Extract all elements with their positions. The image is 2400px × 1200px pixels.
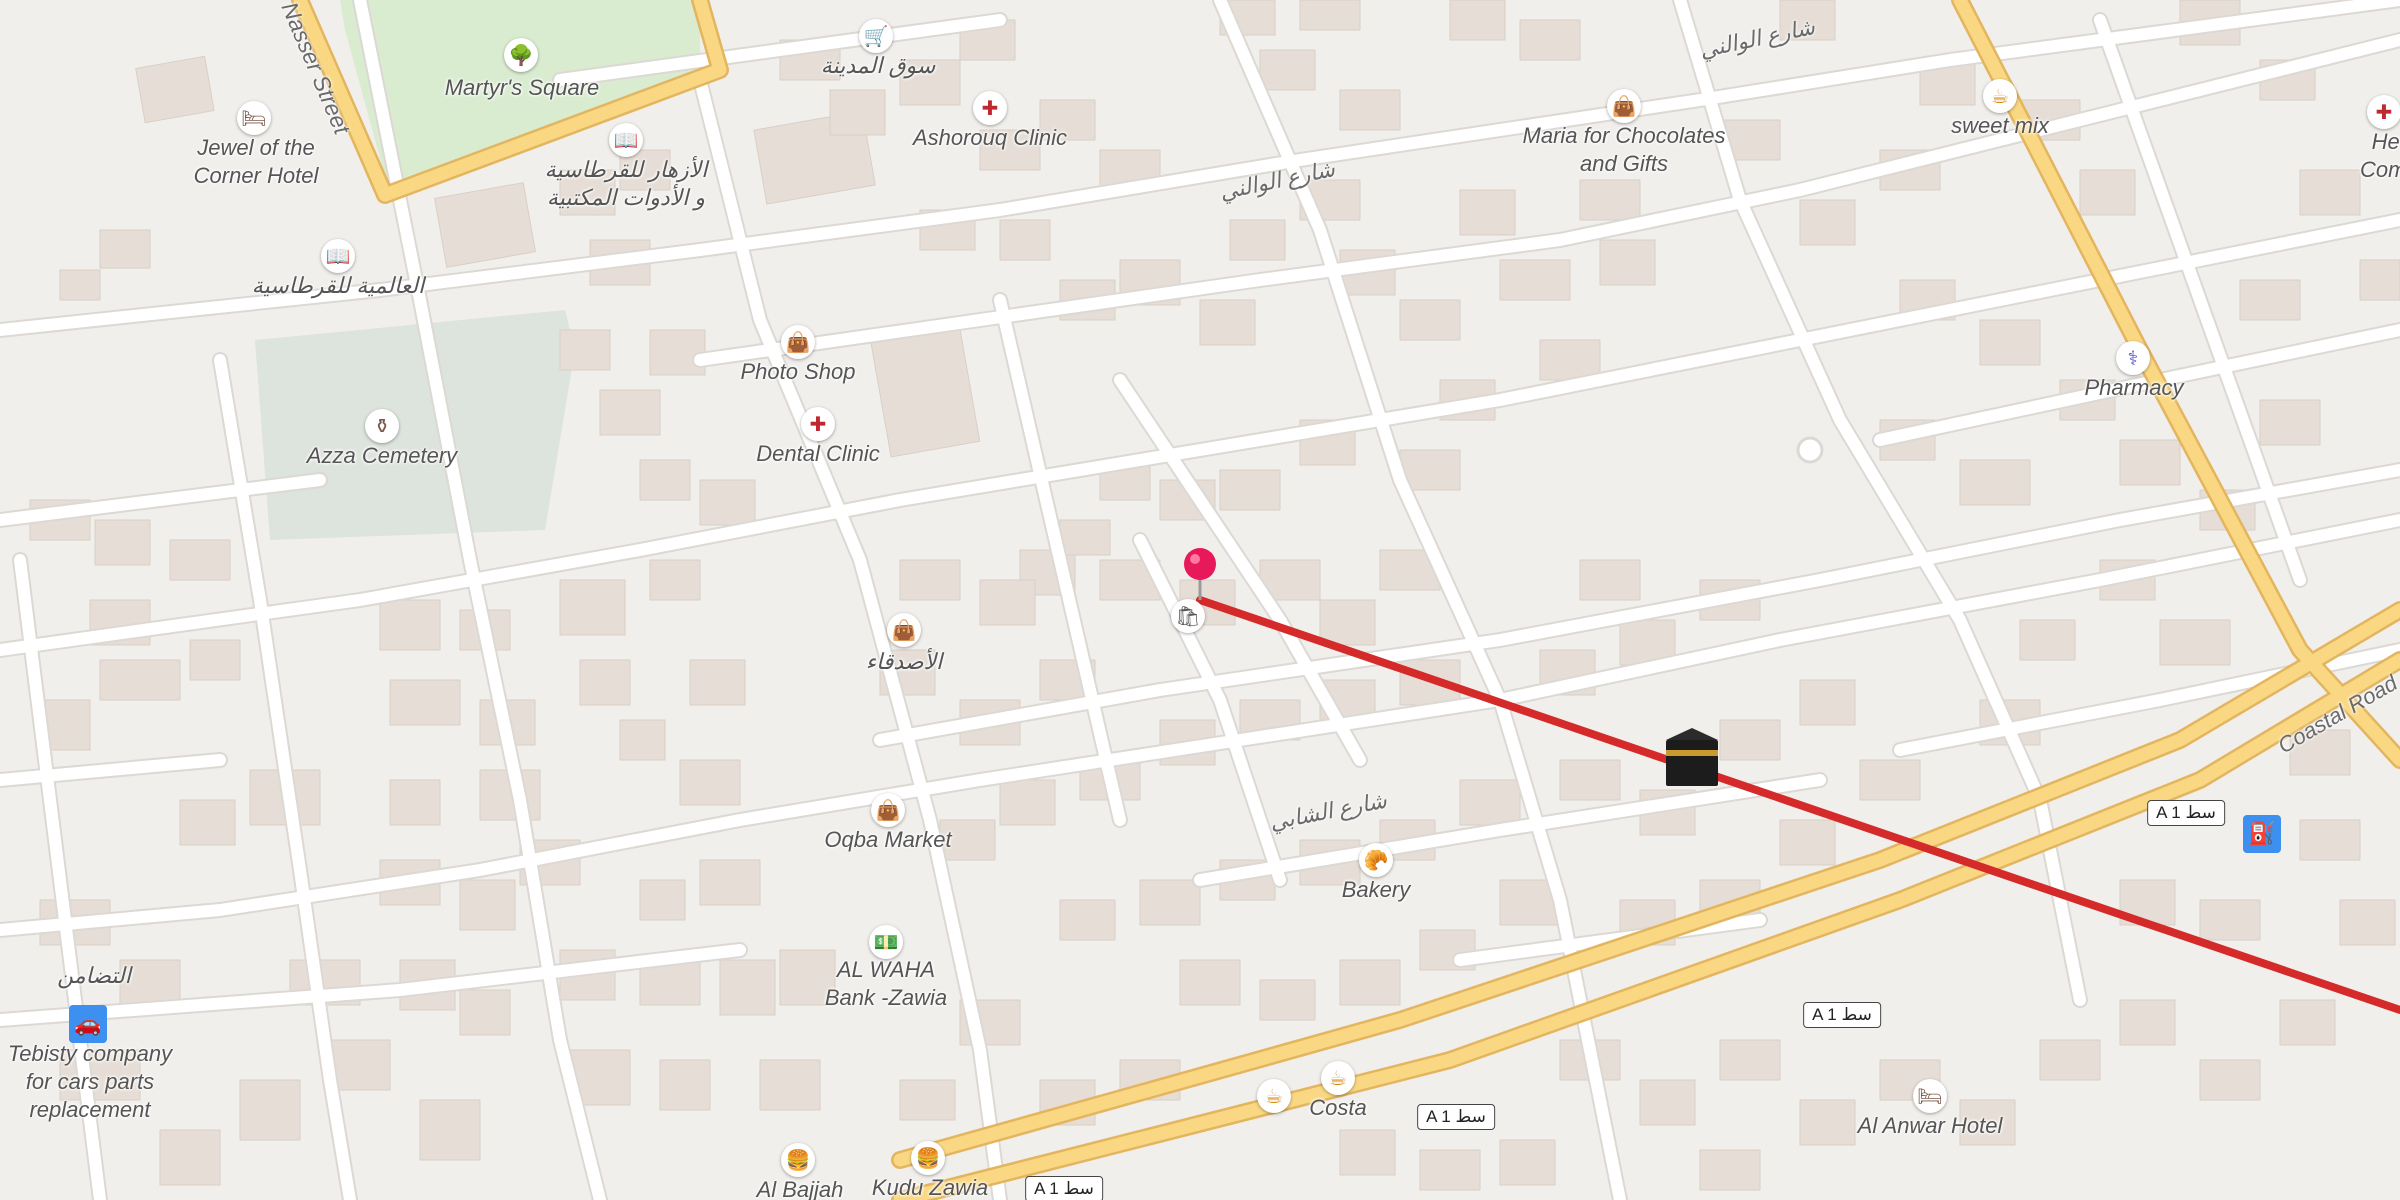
coffee-cup-icon[interactable]: ☕ <box>1257 1079 1291 1113</box>
medical-cross-icon[interactable]: ✚ <box>801 407 835 441</box>
label-tebisty: Tebisty company for cars parts replaceme… <box>7 1041 173 1122</box>
label-maria-chocolates: Maria for Chocolates and Gifts <box>1522 123 1726 176</box>
shop-icon[interactable]: 🛍 <box>1171 599 1205 633</box>
croissant-icon[interactable]: 🥐 <box>1359 843 1393 877</box>
book-icon[interactable]: 📖 <box>609 123 643 157</box>
label-alasdiqaa: الأصدقاء <box>865 649 943 674</box>
label-kudu-zawia: Kudu Zawia <box>871 1175 989 1200</box>
car-icon[interactable]: 🚗 <box>69 1005 107 1043</box>
fuel-pump-icon[interactable]: ⛽ <box>2243 815 2281 853</box>
map-canvas[interactable] <box>0 0 2400 1200</box>
label-souq-almadina: سوق المدينة <box>820 53 936 78</box>
label-altadamon: التضامن <box>57 963 131 988</box>
label-photo-shop: Photo Shop <box>740 359 856 384</box>
label-dental-clinic: Dental Clinic <box>756 441 880 466</box>
book-icon[interactable]: 📖 <box>321 239 355 273</box>
coffee-cup-icon[interactable]: ☕ <box>1321 1061 1355 1095</box>
label-sweet-mix: sweet mix <box>1951 113 2049 138</box>
label-azza-cemetery: Azza Cemetery <box>306 443 458 468</box>
label-oqba-market: Oqba Market <box>824 827 952 852</box>
azza-cemetery-area <box>255 310 575 540</box>
shopping-bag-icon[interactable]: 👜 <box>781 325 815 359</box>
label-al-anwar-hotel: Al Anwar Hotel <box>1857 1113 2003 1138</box>
pharmacy-icon[interactable]: ⚕ <box>2116 341 2150 375</box>
cemetery-icon[interactable]: ⚱ <box>365 409 399 443</box>
road-shield-a1-bottom: A 1 سط <box>1025 1176 1103 1200</box>
shopping-bag-icon[interactable]: 👜 <box>871 793 905 827</box>
label-jewel-hotel: Jewel of the Corner Hotel <box>193 135 319 188</box>
label-al-bajjah: Al Bajjah <box>756 1177 844 1200</box>
coffee-cup-icon[interactable]: ☕ <box>1983 79 2017 113</box>
label-alwaha-bank: AL WAHA Bank -Zawia <box>824 957 948 1010</box>
bed-icon[interactable]: 🛏 <box>237 101 271 135</box>
road-shield-a1-mid: A 1 سط <box>1803 1002 1881 1028</box>
label-martyrs-square: Martyr's Square <box>444 75 600 100</box>
shopping-bag-icon[interactable]: 👜 <box>1607 89 1641 123</box>
label-ashorouq-clinic: Ashorouq Clinic <box>912 125 1068 150</box>
road-shield-a1-right: A 1 سط <box>2147 800 2225 826</box>
bed-icon[interactable]: 🛏 <box>1913 1079 1947 1113</box>
bank-note-icon[interactable]: 💵 <box>869 925 903 959</box>
road-shield-a1-lower: A 1 سط <box>1417 1104 1495 1130</box>
label-bakery: Bakery <box>1341 877 1411 902</box>
roundabout <box>1796 436 1824 464</box>
kaaba-icon[interactable] <box>1666 728 1718 786</box>
burger-icon[interactable]: 🍔 <box>911 1141 945 1175</box>
label-alalamia-stationery: العالمية للقرطاسية <box>251 273 425 298</box>
label-costa: Costa <box>1309 1095 1367 1120</box>
medical-cross-icon[interactable]: ✚ <box>2367 95 2400 129</box>
label-health-complex: Health Complex <box>2360 129 2400 182</box>
shopping-bag-icon[interactable]: 👜 <box>887 613 921 647</box>
medical-cross-icon[interactable]: ✚ <box>973 91 1007 125</box>
tree-icon[interactable]: 🌳 <box>504 38 538 72</box>
shopping-cart-icon[interactable]: 🛒 <box>859 19 893 53</box>
burger-icon[interactable]: 🍔 <box>781 1143 815 1177</box>
label-alazhar-stationery: الأزهار للقرطاسية و الأدوات المكتبية <box>544 157 708 210</box>
label-pharmacy: Pharmacy <box>2084 375 2184 400</box>
